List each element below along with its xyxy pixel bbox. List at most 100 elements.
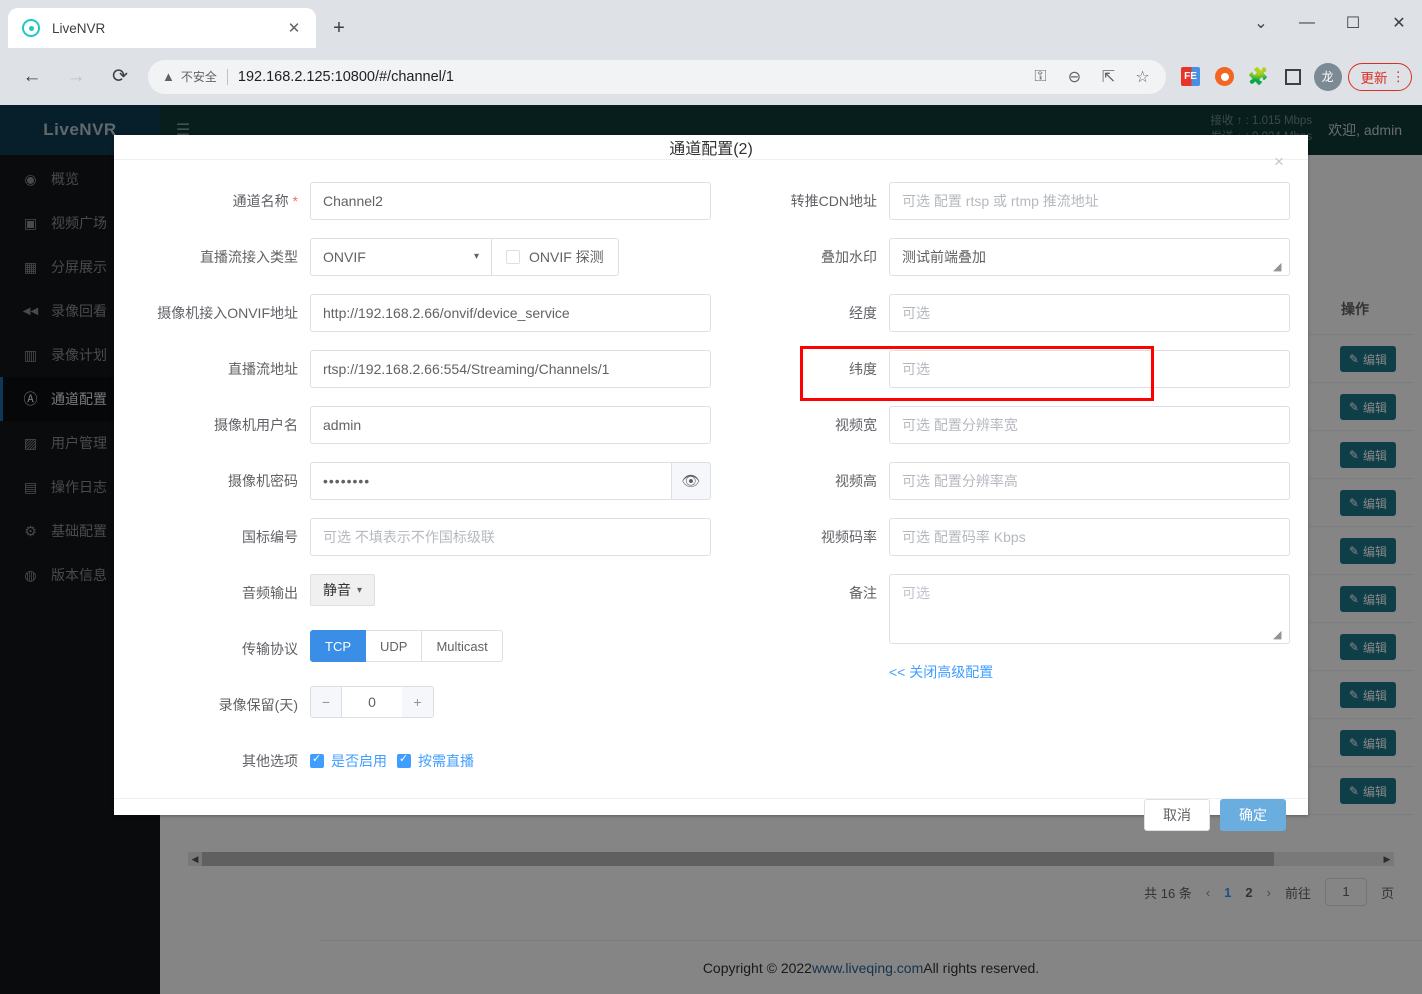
field-label: 摄像机用户名: [214, 417, 298, 433]
label-text: 通道名称: [232, 193, 289, 209]
dialog-footer: 取消 确定: [114, 798, 1308, 831]
video-bitrate-input[interactable]: 可选 配置码率 Kbps: [889, 518, 1290, 556]
field-stream-access-type: 直播流接入类型 ONVIF ▾ ONVIF 探测: [132, 238, 711, 276]
window-close-icon[interactable]: ✕: [1376, 0, 1422, 46]
channel-config-dialog: 通道配置(2) × 通道名称 * Channel2 直播流接入类型 ONVIF: [114, 135, 1308, 831]
side-panel-icon[interactable]: [1278, 62, 1308, 92]
onvif-probe-checkbox[interactable]: ONVIF 探测: [492, 238, 619, 276]
checkbox-icon: [397, 751, 411, 768]
window-controls: ⌄ — ☐ ✕: [1238, 0, 1422, 46]
resize-handle-icon[interactable]: ◢: [1273, 260, 1287, 274]
dialog-close-icon[interactable]: ×: [1268, 151, 1290, 173]
toggle-password-visibility-icon[interactable]: 👁: [671, 462, 711, 500]
longitude-input[interactable]: 可选: [889, 294, 1290, 332]
audio-output-dropdown[interactable]: 静音 ▾: [310, 574, 376, 606]
protocol-option-multicast[interactable]: Multicast: [422, 630, 503, 662]
video-width-input[interactable]: 可选 配置分辨率宽: [889, 406, 1290, 444]
camera-password-input[interactable]: ••••••••: [310, 462, 671, 500]
fe-extension-icon[interactable]: FE: [1176, 62, 1206, 92]
update-label: 更新: [1360, 70, 1388, 86]
close-icon[interactable]: ✕: [282, 16, 306, 40]
stream-type-select[interactable]: ONVIF ▾: [310, 238, 492, 276]
key-icon[interactable]: ⚿: [1026, 62, 1056, 92]
watermark-value: 测试前端叠加: [902, 249, 986, 265]
field-control: 可选 配置 rtsp 或 rtmp 推流地址: [889, 182, 1290, 220]
field-label: 录像保留(天): [218, 697, 298, 713]
field-camera-username: 摄像机用户名 admin: [132, 406, 711, 444]
checkbox-enabled[interactable]: 是否启用: [310, 751, 387, 771]
field-label: 其他选项: [242, 753, 298, 769]
field-video-width: 视频宽 可选 配置分辨率宽: [711, 406, 1290, 444]
not-secure-label: 不安全: [180, 70, 217, 84]
field-control: Channel2: [310, 182, 711, 220]
field-label: 经度: [849, 305, 877, 321]
maximize-icon[interactable]: ☐: [1330, 0, 1376, 46]
field-label: 直播流地址: [228, 361, 298, 377]
protocol-option-tcp[interactable]: TCP: [310, 630, 366, 662]
field-control: − 0 +: [310, 686, 711, 718]
field-onvif-address: 摄像机接入ONVIF地址 http://192.168.2.66/onvif/d…: [132, 294, 711, 332]
confirm-button[interactable]: 确定: [1220, 799, 1286, 831]
tab-strip: LiveNVR ✕ + ⌄ — ☐ ✕: [0, 0, 1422, 48]
not-secure-indicator[interactable]: ▲ 不安全: [162, 68, 217, 85]
field-label: 直播流接入类型: [200, 249, 298, 265]
orange-extension-icon[interactable]: [1210, 62, 1240, 92]
remark-textarea[interactable]: 可选 ◢: [889, 574, 1290, 644]
update-button[interactable]: 更新 ⋮: [1347, 62, 1412, 91]
stream-url-input[interactable]: rtsp://192.168.2.66:554/Streaming/Channe…: [310, 350, 711, 388]
chevron-down-icon[interactable]: ⌄: [1238, 0, 1284, 46]
field-transport-protocol: 传输协议 TCP UDP Multicast: [132, 630, 711, 668]
latitude-input[interactable]: 可选: [889, 350, 1290, 388]
decrement-button[interactable]: −: [310, 686, 342, 718]
browser-chrome: LiveNVR ✕ + ⌄ — ☐ ✕ ← → ⟳ ▲ 不安全 192.168.…: [0, 0, 1422, 105]
share-icon[interactable]: ⇱: [1094, 62, 1124, 92]
video-height-input[interactable]: 可选 配置分辨率高: [889, 462, 1290, 500]
minimize-icon[interactable]: —: [1284, 0, 1330, 46]
gb-id-input[interactable]: 可选 不填表示不作国标级联: [310, 518, 711, 556]
avatar[interactable]: 龙: [1313, 62, 1342, 91]
stream-type-value: ONVIF: [323, 249, 366, 265]
retention-value[interactable]: 0: [342, 686, 402, 718]
field-camera-password: 摄像机密码 •••••••• 👁: [132, 462, 711, 500]
increment-button[interactable]: +: [402, 686, 434, 718]
resize-handle-icon[interactable]: ◢: [1273, 628, 1287, 642]
checkbox-icon: [310, 751, 324, 768]
field-label: 视频码率: [821, 529, 877, 545]
field-label: 传输协议: [242, 641, 298, 657]
toggle-advanced-config-link[interactable]: << 关闭高级配置: [889, 664, 993, 680]
channel-name-input[interactable]: Channel2: [310, 182, 711, 220]
new-tab-button[interactable]: +: [322, 11, 356, 45]
field-control: rtsp://192.168.2.66:554/Streaming/Channe…: [310, 350, 711, 388]
cdn-url-input[interactable]: 可选 配置 rtsp 或 rtmp 推流地址: [889, 182, 1290, 220]
other-options-group: 是否启用 按需直播: [310, 742, 711, 780]
back-icon[interactable]: ←: [15, 60, 49, 94]
field-audio-output: 音频输出 静音 ▾: [132, 574, 711, 612]
bookmark-star-icon[interactable]: ☆: [1128, 62, 1158, 92]
protocol-option-udp[interactable]: UDP: [366, 630, 423, 662]
field-label: 叠加水印: [821, 249, 877, 265]
right-form-column: 转推CDN地址 可选 配置 rtsp 或 rtmp 推流地址 叠加水印 测试前端…: [711, 182, 1290, 798]
omnibox-divider: [226, 68, 228, 85]
checkbox-label: 按需直播: [418, 753, 474, 769]
watermark-textarea[interactable]: 测试前端叠加 ◢: [889, 238, 1290, 276]
reload-icon[interactable]: ⟳: [103, 60, 137, 94]
dialog-body: 通道名称 * Channel2 直播流接入类型 ONVIF ▾ ONVIF 探测…: [114, 159, 1308, 798]
camera-username-input[interactable]: admin: [310, 406, 711, 444]
cancel-button[interactable]: 取消: [1144, 799, 1210, 831]
onvif-address-input[interactable]: http://192.168.2.66/onvif/device_service: [310, 294, 711, 332]
address-bar[interactable]: ▲ 不安全 192.168.2.125:10800/#/channel/1 ⚿ …: [148, 59, 1166, 94]
field-control: http://192.168.2.66/onvif/device_service: [310, 294, 711, 332]
field-label: 视频高: [835, 473, 877, 489]
field-video-height: 视频高 可选 配置分辨率高: [711, 462, 1290, 500]
field-control: 可选: [889, 294, 1290, 332]
checkbox-on-demand[interactable]: 按需直播: [397, 751, 474, 771]
field-label: 摄像机密码: [228, 473, 298, 489]
field-remark: 备注 可选 ◢: [711, 574, 1290, 644]
field-control: 静音 ▾: [310, 574, 711, 606]
forward-icon[interactable]: →: [59, 60, 93, 94]
browser-menu-icon[interactable]: ⋮: [1392, 70, 1406, 84]
field-label: 国标编号: [242, 529, 298, 545]
puzzle-extension-icon[interactable]: 🧩: [1244, 62, 1274, 92]
zoom-out-icon[interactable]: ⊖: [1060, 62, 1090, 92]
browser-tab[interactable]: LiveNVR ✕: [8, 8, 316, 48]
